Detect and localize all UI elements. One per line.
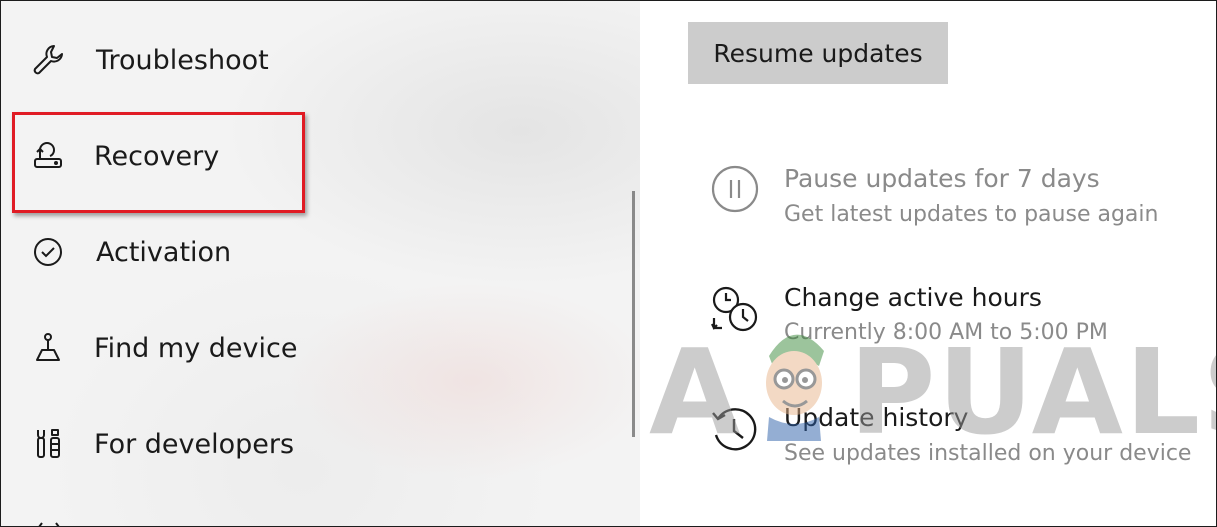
find-device-icon — [28, 328, 68, 368]
update-history-title: Update history — [784, 403, 969, 432]
nav-label-find-my-device: Find my device — [94, 332, 298, 364]
pause-updates-title: Pause updates for 7 days — [784, 164, 1100, 193]
check-circle-icon — [28, 232, 68, 272]
nav-label-activation: Activation — [96, 236, 232, 268]
partial-nav-icon — [34, 516, 64, 526]
wrench-icon — [28, 40, 68, 80]
nav-item-activation[interactable]: Activation — [1, 222, 601, 282]
resume-updates-button[interactable]: Resume updates — [688, 22, 948, 84]
history-icon — [710, 405, 760, 455]
nav-item-find-my-device[interactable]: Find my device — [1, 318, 601, 378]
pause-updates-subtitle: Get latest updates to pause again — [784, 202, 1159, 227]
pause-circle-icon — [710, 164, 760, 214]
active-hours-icon — [710, 284, 760, 334]
change-active-hours-subtitle: Currently 8:00 AM to 5:00 PM — [784, 320, 1108, 345]
developer-tools-icon — [28, 424, 68, 464]
nav-item-for-developers[interactable]: For developers — [1, 414, 601, 474]
update-history-subtitle: See updates installed on your device — [784, 441, 1192, 466]
pause-updates-option: Pause updates for 7 days Get latest upda… — [640, 156, 1216, 236]
scrollbar-thumb[interactable] — [632, 191, 635, 437]
windows-update-pane: Resume updates Pause updates for 7 days … — [640, 1, 1216, 526]
nav-label-troubleshoot: Troubleshoot — [96, 44, 269, 76]
update-history-option[interactable]: Update history See updates installed on … — [640, 401, 1216, 481]
settings-window: Troubleshoot Recovery Activation Find my… — [0, 0, 1217, 527]
recovery-highlight-box — [12, 112, 305, 213]
navigation-pane: Troubleshoot Recovery Activation Find my… — [1, 1, 640, 526]
nav-label-for-developers: For developers — [94, 428, 295, 460]
change-active-hours-option[interactable]: Change active hours Currently 8:00 AM to… — [640, 279, 1216, 359]
nav-item-troubleshoot[interactable]: Troubleshoot — [1, 30, 601, 90]
change-active-hours-title: Change active hours — [784, 283, 1042, 312]
